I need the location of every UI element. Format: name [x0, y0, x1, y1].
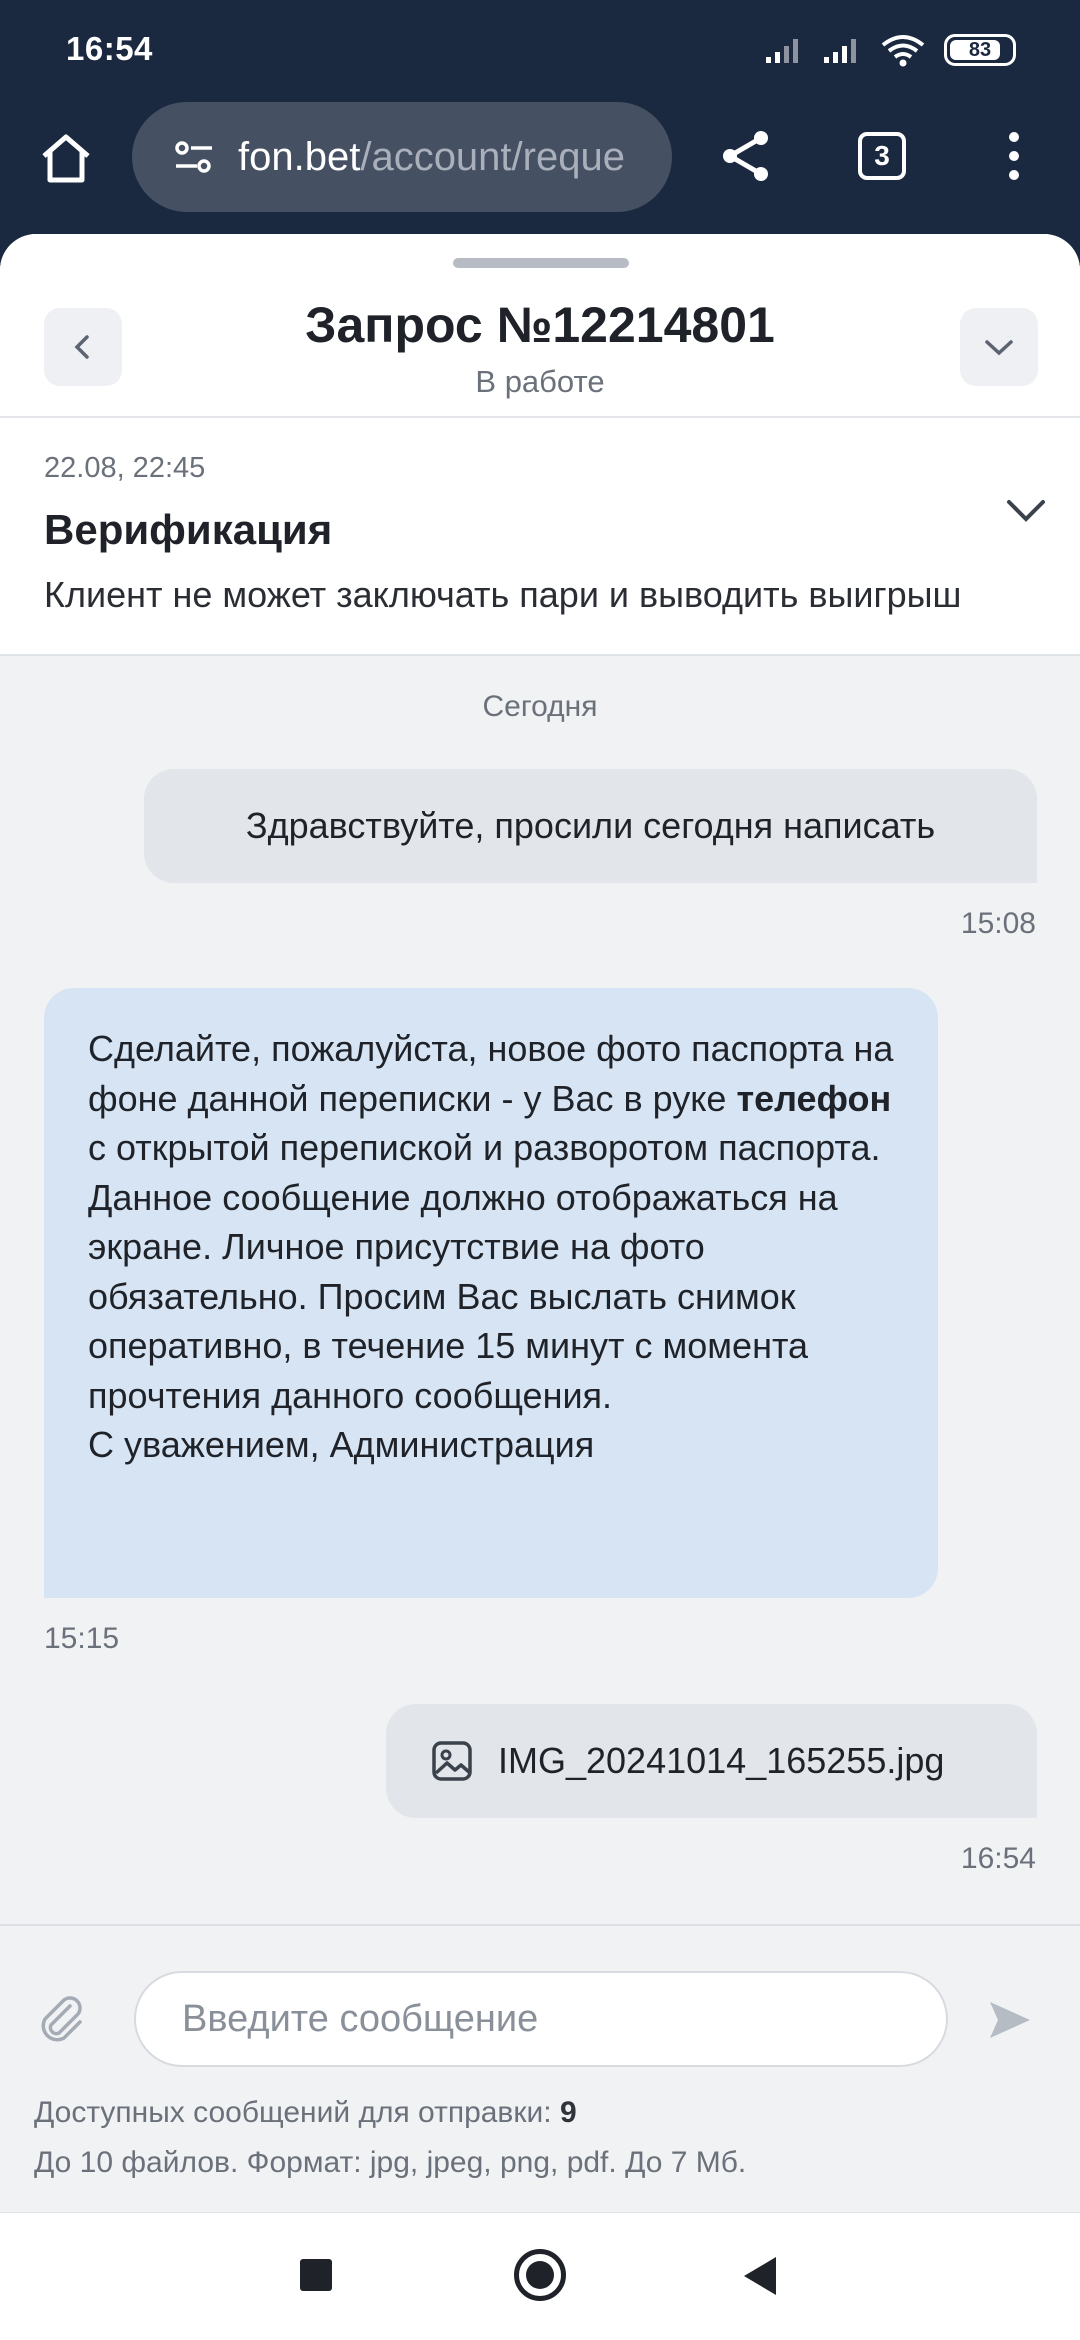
battery-level: 83	[968, 38, 992, 61]
back-button[interactable]	[44, 308, 122, 386]
message-time: 16:54	[960, 1842, 1036, 1875]
chevron-left-icon	[74, 335, 89, 359]
system-nav-bar	[0, 2212, 1080, 2340]
menu-dot	[1009, 170, 1019, 180]
home-nav-dot	[526, 2261, 554, 2289]
attachment-filename: IMG_20241014_165255.jpg	[498, 1740, 945, 1781]
wifi-icon	[881, 35, 925, 67]
message-text: Здравствуйте, просили сегодня написать	[245, 805, 936, 846]
send-icon	[990, 2002, 1030, 2038]
site-settings-icon[interactable]	[172, 137, 216, 177]
home-icon	[42, 134, 90, 183]
recents-button[interactable]	[300, 2259, 332, 2291]
request-title: Запрос №12214801	[305, 297, 775, 353]
collapse-button[interactable]	[960, 308, 1038, 386]
tabs-button[interactable]: 3	[858, 132, 906, 180]
request-sheet: Запрос №12214801 В работе 22.08, 22:45 В…	[0, 234, 1080, 2212]
message-incoming: Сделайте, пожалуйста, новое фото паспорт…	[44, 988, 938, 1598]
share-button[interactable]	[712, 122, 780, 190]
request-description: Клиент не может заключать пари и выводит…	[44, 574, 962, 615]
day-separator: Сегодня	[482, 690, 598, 723]
divider	[0, 654, 1080, 656]
attach-button[interactable]	[32, 1988, 92, 2048]
signal-icon	[824, 39, 856, 63]
message-outgoing: Здравствуйте, просили сегодня написать	[144, 769, 1037, 883]
message-text-part: с открытой перепиской и разворотом паспо…	[88, 1127, 881, 1416]
browser-toolbar: fon.bet/account/reque 3	[0, 100, 1080, 240]
status-time: 16:54	[66, 30, 153, 67]
drag-handle[interactable]	[453, 258, 629, 268]
request-header: Запрос №12214801 В работе 22.08, 22:45 В…	[0, 234, 1080, 654]
files-hint: До 10 файлов. Формат: jpg, jpeg, png, pd…	[34, 2146, 747, 2179]
divider	[0, 416, 1080, 418]
battery-icon: 83	[944, 34, 1016, 66]
home-button[interactable]	[32, 124, 100, 192]
home-nav-button[interactable]	[514, 2249, 566, 2301]
message-text: Сделайте, пожалуйста, новое фото паспорт…	[88, 1024, 894, 1420]
message-attachment[interactable]: IMG_20241014_165255.jpg	[386, 1704, 1037, 1818]
request-date: 22.08, 22:45	[44, 452, 206, 484]
image-file-icon	[430, 1739, 474, 1783]
divider	[0, 1924, 1080, 1926]
signal-icon	[766, 39, 798, 63]
message-input[interactable]	[134, 1971, 948, 2067]
paperclip-icon	[41, 1996, 82, 2042]
message-time: 15:15	[44, 1622, 120, 1655]
message-time: 15:08	[960, 907, 1036, 940]
request-status: В работе	[475, 364, 605, 399]
menu-dot	[1009, 132, 1019, 142]
limit-count: 9	[559, 2096, 577, 2129]
chevron-down-icon	[985, 340, 1013, 356]
address-bar[interactable]: fon.bet/account/reque	[132, 102, 672, 212]
back-nav-button[interactable]	[744, 2257, 776, 2295]
chevron-down-icon	[1007, 500, 1045, 522]
url-path: /account/reque	[360, 134, 625, 179]
message-bold-text: телефон	[736, 1077, 892, 1119]
limit-label: Доступных сообщений для отправки:	[34, 2096, 560, 2129]
status-icons: 83	[764, 30, 1016, 70]
share-icon	[723, 131, 768, 181]
messages-limit: Доступных сообщений для отправки: 9	[34, 2096, 577, 2130]
request-topic: Верификация	[44, 506, 333, 553]
message-signature: С уважением, Администрация	[88, 1424, 595, 1465]
menu-dot	[1009, 151, 1019, 161]
url-host: fon.bet	[238, 134, 361, 179]
url-text[interactable]: fon.bet/account/reque	[238, 135, 625, 180]
send-button[interactable]	[980, 1990, 1040, 2050]
expand-details-button[interactable]	[1000, 484, 1052, 536]
status-bar: 16:54 83	[0, 0, 1080, 100]
more-menu-button[interactable]	[994, 122, 1034, 190]
screen: 16:54 83 fon.bet/account/reque 3 Запрос …	[0, 0, 1080, 2340]
